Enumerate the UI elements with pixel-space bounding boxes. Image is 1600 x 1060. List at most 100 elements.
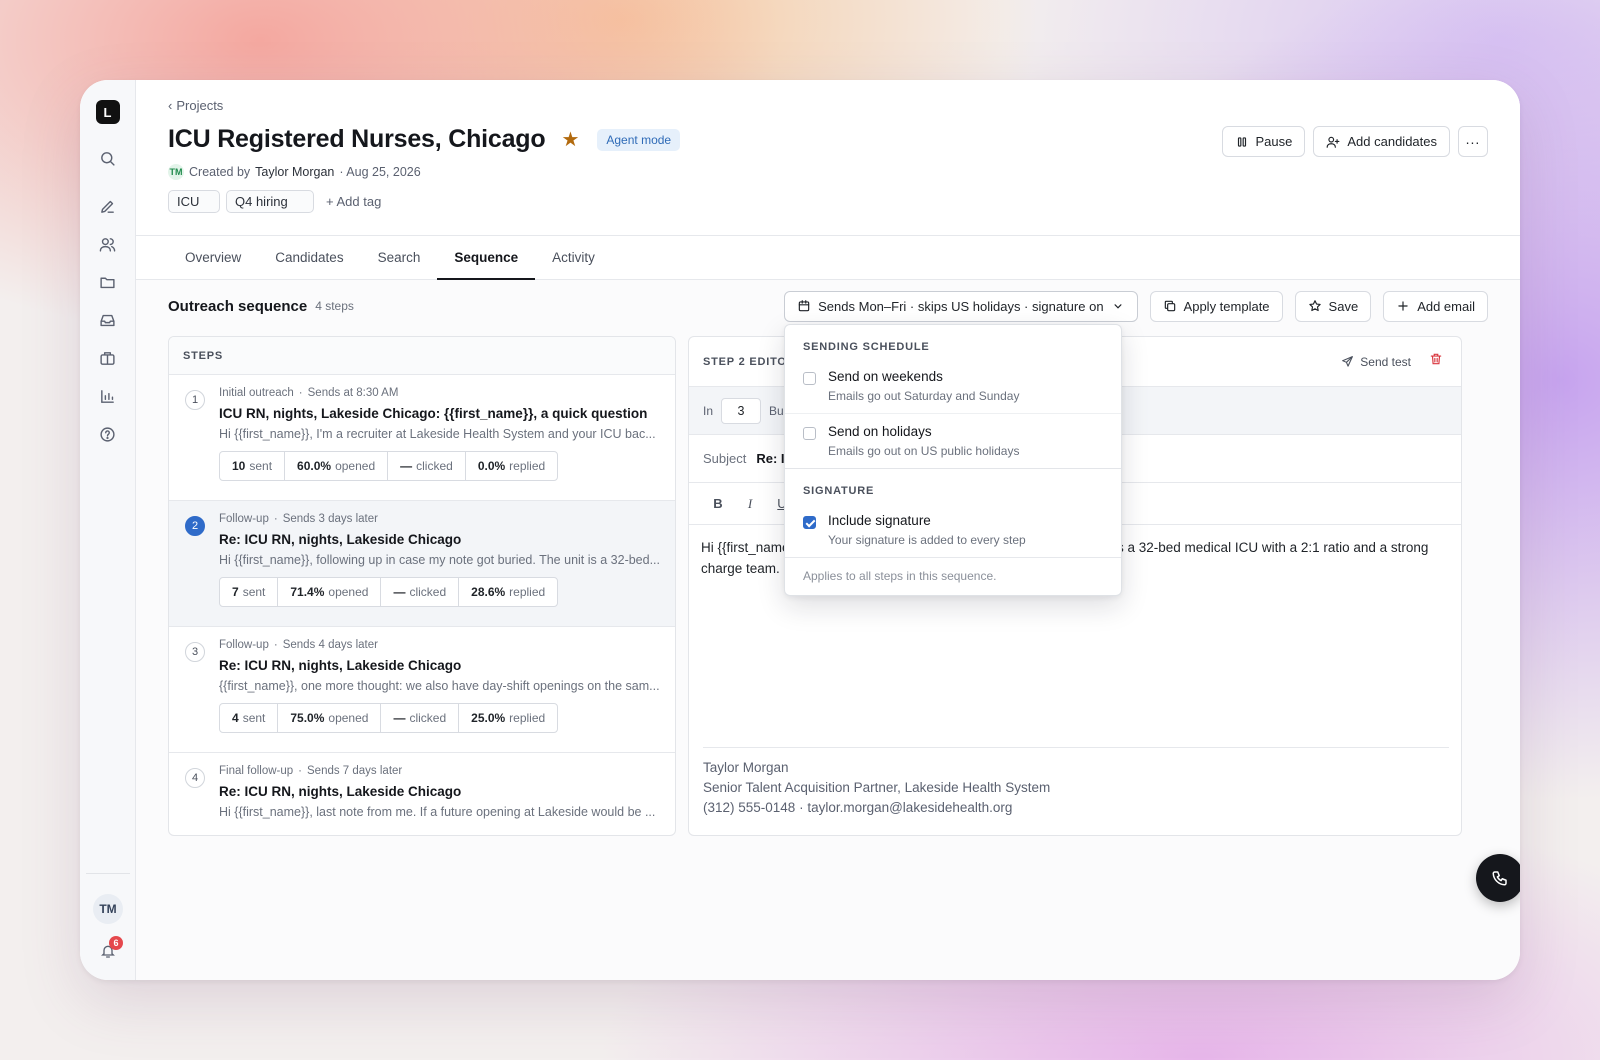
step-subject: ICU RN, nights, Lakeside Chicago: {{firs…: [219, 406, 648, 421]
include-signature-option[interactable]: Include signature Your signature is adde…: [785, 503, 1121, 557]
body-start: Hi {{first_name: [701, 540, 790, 555]
notifications-button[interactable]: 6: [93, 936, 123, 966]
save-button[interactable]: Save: [1294, 290, 1372, 322]
delay-prefix: In: [703, 403, 714, 418]
add-email-button[interactable]: Add email: [1383, 290, 1488, 322]
pause-button[interactable]: Pause: [1221, 126, 1306, 157]
agent-mode-badge: Agent mode: [597, 128, 681, 151]
signature-name: Taylor Morgan: [703, 760, 789, 775]
sidebar: L TM 6: [80, 80, 136, 980]
breadcrumb[interactable]: ‹ Projects: [168, 98, 1488, 113]
tab-sequence[interactable]: Sequence: [437, 236, 535, 280]
step-subject: Re: ICU RN, nights, Lakeside Chicago: [219, 658, 462, 673]
send-test-button[interactable]: Send test: [1341, 355, 1411, 369]
holidays-label: Send on holidays: [828, 424, 932, 439]
user-avatar[interactable]: TM: [93, 894, 123, 924]
add-tag-label: Add tag: [336, 194, 382, 209]
holidays-description: Emails go out on US public holidays: [828, 444, 1020, 458]
weekends-checkbox[interactable]: [803, 372, 816, 385]
divider: [86, 873, 130, 874]
chevron-down-icon: [1114, 304, 1122, 309]
add-tag-button[interactable]: + Add tag: [326, 194, 381, 209]
tab-activity[interactable]: Activity: [535, 236, 612, 279]
italic-button[interactable]: I: [741, 496, 759, 512]
step-item[interactable]: 4 Final follow-up · Sends 7 days later Re:…: [169, 753, 675, 835]
schedule-dropdown-button[interactable]: Sends Mon–Fri · skips US holidays · sign…: [784, 290, 1138, 322]
pause-icon: [1237, 136, 1246, 147]
step-preview: Hi {{first_name}}, I'm a recruiter at La…: [219, 427, 656, 441]
step-preview: Hi {{first_name}}, following up in case …: [219, 553, 661, 567]
step-type: Final follow-up: [219, 765, 294, 777]
tab-overview[interactable]: Overview: [168, 236, 258, 279]
sequence-title: Outreach sequence: [168, 297, 308, 315]
created-prefix: Created by: [189, 165, 251, 179]
tag-icu[interactable]: ICU: [168, 190, 220, 213]
users-icon[interactable]: [90, 226, 126, 262]
project-header: ‹ Projects ICU Registered Nurses, Chicag…: [136, 80, 1520, 236]
bar-chart-icon[interactable]: [90, 378, 126, 414]
signature-contact: (312) 555-0148 · taylor.morgan@lakesideh…: [703, 800, 1013, 815]
folder-icon[interactable]: [90, 264, 126, 300]
schedule-dropdown-menu: SENDING SCHEDULE Send on weekends Emails…: [784, 324, 1122, 596]
call-button[interactable]: [1476, 854, 1520, 902]
breadcrumb-projects[interactable]: Projects: [176, 98, 223, 113]
step-number: 4: [185, 768, 205, 788]
save-label: Save: [1328, 298, 1359, 314]
signature-title: Senior Talent Acquisition Partner, Lakes…: [703, 780, 1051, 795]
calendar-icon: [798, 300, 810, 312]
send-on-weekends-option[interactable]: Send on weekends Emails go out Saturday …: [785, 359, 1121, 414]
holidays-checkbox[interactable]: [803, 427, 816, 440]
step-number: 1: [185, 390, 205, 410]
header-actions: Pause Add candidates ...: [1221, 126, 1488, 157]
step-item[interactable]: 3 Follow-up · Sends 4 days later Re: ICU R…: [169, 627, 675, 753]
step-item[interactable]: 2 Follow-up · Sends 3 days later Re: ICU R…: [169, 501, 675, 627]
signature-block: Taylor Morgan Senior Talent Acquisition …: [689, 748, 1461, 828]
send-test-label: Send test: [1360, 354, 1411, 369]
step-subject: Re: ICU RN, nights, Lakeside Chicago: [219, 784, 462, 799]
editor-heading: STEP 2 EDITOR: [703, 355, 796, 368]
app-window: L TM 6 ‹ Projects ICU Registered Nurses,…: [80, 80, 1520, 980]
add-email-label: Add email: [1417, 298, 1475, 314]
app-logo[interactable]: L: [95, 100, 120, 124]
step-stats: 7 sent 71.4% opened — clicked 28.6% replied: [219, 577, 559, 607]
delay-input[interactable]: 3: [721, 397, 762, 424]
chevron-left-icon: ‹: [168, 98, 173, 113]
send-icon: [1342, 356, 1354, 367]
step-type: Initial outreach: [219, 387, 294, 399]
stat-clicked: — clicked: [381, 578, 460, 606]
stat-replied: 28.6% replied: [471, 585, 546, 599]
tag-q4-hiring[interactable]: Q4 hiring: [226, 190, 314, 213]
step-count: 4 steps: [315, 299, 354, 313]
stat-clicked: — clicked: [381, 704, 460, 732]
stat-sent: 7 sent: [220, 578, 279, 606]
signature-checkbox[interactable]: [803, 516, 816, 529]
notification-badge: 6: [109, 936, 123, 950]
stat-opened: 75.0% opened: [278, 704, 382, 732]
briefcase-icon[interactable]: [90, 340, 126, 376]
created-meta: TM Created by Taylor Morgan · Aug 25, 20…: [168, 164, 1488, 180]
send-on-holidays-option[interactable]: Send on holidays Emails go out on US pub…: [785, 414, 1121, 468]
pencil-icon[interactable]: [90, 188, 126, 224]
stat-clicked: — clicked: [388, 452, 466, 480]
step-type: Follow-up: [219, 513, 269, 525]
help-icon[interactable]: [90, 416, 126, 452]
page-title: ICU Registered Nurses, Chicago: [168, 125, 546, 153]
step-item[interactable]: 1 Initial outreach · Sends at 8:30 AM ICU …: [169, 375, 675, 501]
star-icon[interactable]: ★: [561, 127, 579, 152]
search-icon[interactable]: [90, 140, 126, 176]
bold-button[interactable]: B: [709, 496, 727, 511]
stat-opened: 71.4% opened: [278, 578, 382, 606]
trash-icon[interactable]: [1429, 352, 1443, 371]
inbox-icon[interactable]: [90, 302, 126, 338]
tab-candidates[interactable]: Candidates: [258, 236, 360, 279]
tab-search[interactable]: Search: [361, 236, 438, 279]
apply-template-button[interactable]: Apply template: [1149, 290, 1283, 322]
more-button[interactable]: ...: [1458, 126, 1488, 157]
stat-sent: 10 sent: [220, 452, 286, 480]
copy-icon: [1164, 300, 1175, 312]
main-content: ‹ Projects ICU Registered Nurses, Chicag…: [136, 80, 1520, 980]
step-number: 3: [185, 642, 205, 662]
weekends-description: Emails go out Saturday and Sunday: [828, 389, 1020, 403]
steps-heading: STEPS: [169, 337, 675, 375]
add-candidates-button[interactable]: Add candidates: [1313, 126, 1450, 157]
